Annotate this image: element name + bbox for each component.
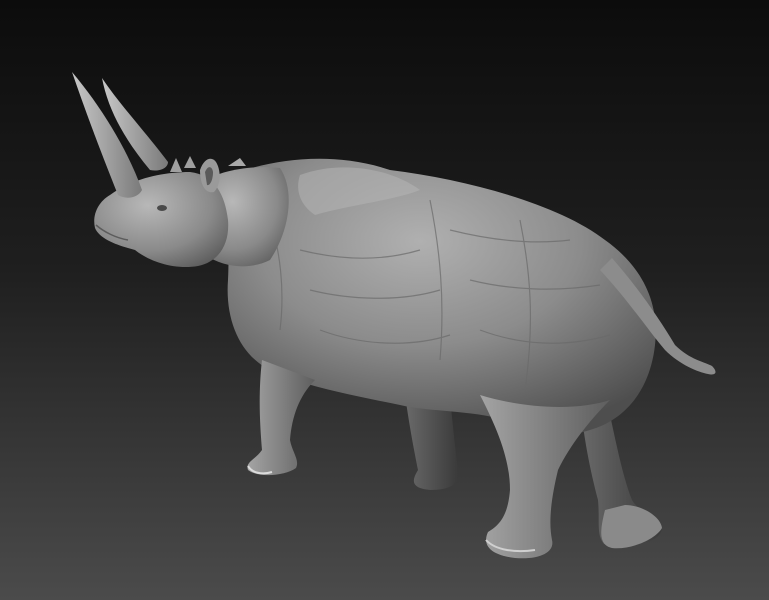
sculpt-viewport[interactable] — [0, 0, 769, 600]
rhino-eye — [157, 205, 167, 211]
render-canvas — [0, 0, 769, 600]
